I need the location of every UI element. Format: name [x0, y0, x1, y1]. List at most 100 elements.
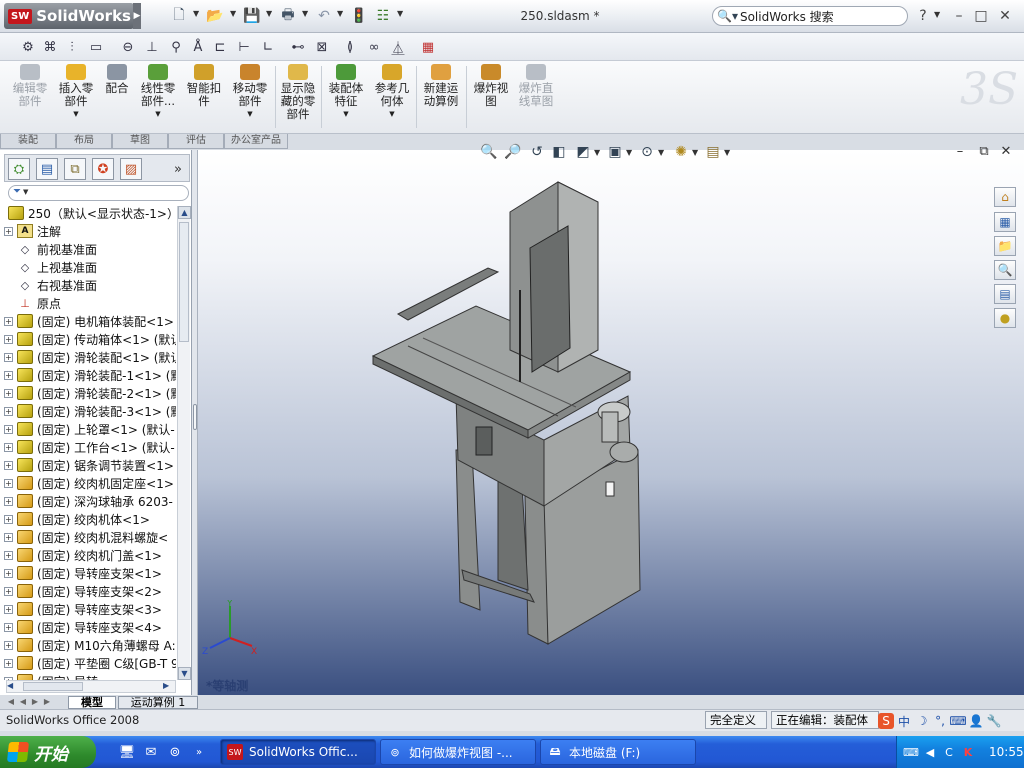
expand-plus-icon[interactable]: + [4, 424, 13, 434]
previous-view-icon[interactable]: ↺ [528, 143, 546, 161]
restore-button[interactable]: □ [972, 7, 990, 25]
section-view-icon[interactable]: ◧ [550, 143, 568, 161]
scroll-up-arrow-icon[interactable]: ▲ [178, 206, 191, 219]
sketch-tool-icon-4[interactable]: Å [188, 37, 208, 57]
rebuild-traffic-light-icon[interactable]: 🚦 [350, 7, 368, 25]
expand-plus-icon[interactable]: + [4, 316, 13, 326]
save-icon[interactable]: 💾 [243, 7, 261, 25]
tree-item[interactable]: + (固定) 电机箱体装配<1> [4, 312, 176, 330]
dimxpert-tab-icon[interactable]: ✪ [92, 158, 114, 180]
tab-nav-next-icon[interactable]: ▶ [30, 696, 40, 709]
mate-tool-icon-3[interactable]: ≬ [340, 37, 360, 57]
horizontal-scroll-thumb[interactable] [23, 682, 83, 691]
mate-tool-icon-2[interactable]: ⊠ [312, 37, 332, 57]
band-saw-model[interactable] [198, 150, 1024, 695]
minimize-button[interactable]: – [950, 7, 968, 25]
view-settings-icon[interactable]: ▤ [704, 143, 722, 161]
open-folder-icon[interactable]: 📂 [206, 7, 224, 25]
tab-layout[interactable]: 布局 [56, 134, 112, 149]
assembly-features-button[interactable]: 装配体 特征 ▼ [324, 64, 368, 121]
sketch-tool-icon-5[interactable]: ⊏ [210, 37, 230, 57]
show-hidden-components-button[interactable]: 显示隐 藏的零 部件 [278, 64, 318, 121]
component-tool-icon-4[interactable]: ▭ [86, 37, 106, 57]
tree-item[interactable]: + (固定) 导转座支架<4> [4, 618, 176, 636]
tree-item[interactable]: +(固定) 导转... [4, 672, 176, 680]
scroll-left-arrow-icon[interactable]: ◀ [7, 681, 19, 692]
expand-plus-icon[interactable]: + [4, 550, 13, 560]
start-button[interactable]: 开始 [0, 736, 96, 768]
sogou-ime-icon[interactable]: S [878, 713, 894, 729]
expand-plus-icon[interactable]: + [4, 226, 13, 236]
print-icon[interactable]: 🖶 [279, 7, 297, 25]
open-dropdown-icon[interactable]: ▼ [230, 9, 236, 18]
display-manager-tab-icon[interactable]: ▨ [120, 158, 142, 180]
tree-item[interactable]: + (固定) M10六角薄螺母 A: [4, 636, 176, 654]
ime-tray-icon[interactable]: C [941, 744, 957, 760]
new-motion-study-button[interactable]: 新建运 动算例 [419, 64, 463, 108]
design-library-icon[interactable]: ▦ [994, 212, 1016, 232]
exploded-view-button[interactable]: 爆炸视 图 [469, 64, 513, 108]
expand-plus-icon[interactable]: + [4, 370, 13, 380]
print-dropdown-icon[interactable]: ▼ [302, 9, 308, 18]
help-dropdown-icon[interactable]: ▼ [934, 10, 940, 19]
undo-icon[interactable]: ↶ [315, 7, 333, 25]
quicklaunch-more-icon[interactable]: » [190, 743, 208, 761]
taskbar-button-solidworks[interactable]: SW SolidWorks Offic... [220, 739, 376, 765]
close-button[interactable]: ✕ [996, 7, 1014, 25]
tree-item[interactable]: ◇ 前视基准面 [4, 240, 176, 258]
tree-item[interactable]: + (固定) 绞肉机门盖<1> [4, 546, 176, 564]
help-button[interactable]: ? [914, 7, 932, 25]
property-manager-tab-icon[interactable]: ▤ [36, 158, 58, 180]
undo-dropdown-icon[interactable]: ▼ [337, 9, 343, 18]
sketch-tool-icon-3[interactable]: ⚲ [166, 37, 186, 57]
linear-pattern-button[interactable]: 线性零 部件... ▼ [136, 64, 180, 121]
sketch-tool-icon-7[interactable]: ∟ [258, 37, 278, 57]
tree-item[interactable]: ◇ 上视基准面 [4, 258, 176, 276]
component-tool-icon-2[interactable]: ⌘ [40, 37, 60, 57]
options-icon[interactable]: ☷ [374, 7, 392, 25]
move-component-button[interactable]: 移动零 部件 ▼ [228, 64, 272, 121]
tab-model[interactable]: 模型 [68, 696, 116, 709]
new-dropdown-icon[interactable]: ▼ [193, 9, 199, 18]
tab-evaluate[interactable]: 评估 [168, 134, 224, 149]
taskbar-button-explorer[interactable]: 🖴 本地磁盘 (F:) [540, 739, 696, 765]
hide-show-dropdown-icon[interactable]: ▼ [658, 148, 664, 157]
scroll-down-arrow-icon[interactable]: ▼ [178, 667, 191, 680]
quicklaunch-browser-icon[interactable]: ✉ [142, 743, 160, 761]
tab-sketch[interactable]: 草图 [112, 134, 168, 149]
tree-item[interactable]: + A 注解 [4, 222, 176, 240]
tab-assembly[interactable]: 装配 [0, 134, 56, 149]
zoom-to-fit-icon[interactable]: 🔍 [480, 143, 498, 161]
keyboard-tray-icon[interactable]: ⌨ [903, 744, 919, 760]
viewport-minimize-button[interactable]: – [952, 143, 968, 159]
tab-motion-study[interactable]: 运动算例 1 [118, 696, 198, 709]
component-tool-icon-1[interactable]: ⚙ [18, 37, 38, 57]
mate-tool-icon-4[interactable]: ∞ [364, 37, 384, 57]
tree-item[interactable]: + (固定) 上轮罩<1> (默认- [4, 420, 176, 438]
graphics-viewport[interactable] [198, 150, 1024, 695]
ime-punctuation-icon[interactable]: °, [932, 713, 948, 729]
expand-plus-icon[interactable]: + [4, 460, 13, 470]
expand-plus-icon[interactable]: + [4, 496, 13, 506]
tree-item[interactable]: + (固定) 锯条调节装置<1> [4, 456, 176, 474]
expand-plus-icon[interactable]: + [4, 514, 13, 524]
tab-nav-first-icon[interactable]: ◀ [6, 696, 16, 709]
expand-plus-icon[interactable]: + [4, 586, 13, 596]
tree-item[interactable]: + (固定) 绞肉机体<1> [4, 510, 176, 528]
expand-plus-icon[interactable]: + [4, 352, 13, 362]
expand-plus-icon[interactable]: + [4, 604, 13, 614]
configuration-manager-tab-icon[interactable]: ⧉ [64, 158, 86, 180]
search-task-icon[interactable]: 🔍 [994, 260, 1016, 280]
tree-item[interactable]: + (固定) 滑轮装配<1> (默认 [4, 348, 176, 366]
tree-item[interactable]: ⊥ 原点 [4, 294, 176, 312]
tab-nav-prev-icon[interactable]: ◀ [18, 696, 28, 709]
appearance-dropdown-icon[interactable]: ▼ [692, 148, 698, 157]
tree-item[interactable]: + (固定) 绞肉机固定座<1> [4, 474, 176, 492]
hide-show-items-icon[interactable]: ⊙ [638, 143, 656, 161]
expand-plus-icon[interactable]: + [4, 442, 13, 452]
tree-item[interactable]: + (固定) 滑轮装配-1<1> (默 [4, 366, 176, 384]
edit-component-button[interactable]: 编辑零 部件 [8, 64, 52, 108]
tree-item[interactable]: + (固定) 传动箱体<1> (默认 [4, 330, 176, 348]
tree-item[interactable]: + (固定) 滑轮装配-2<1> (默 [4, 384, 176, 402]
solidworks-menu-button[interactable]: SW SolidWorks [4, 3, 134, 29]
